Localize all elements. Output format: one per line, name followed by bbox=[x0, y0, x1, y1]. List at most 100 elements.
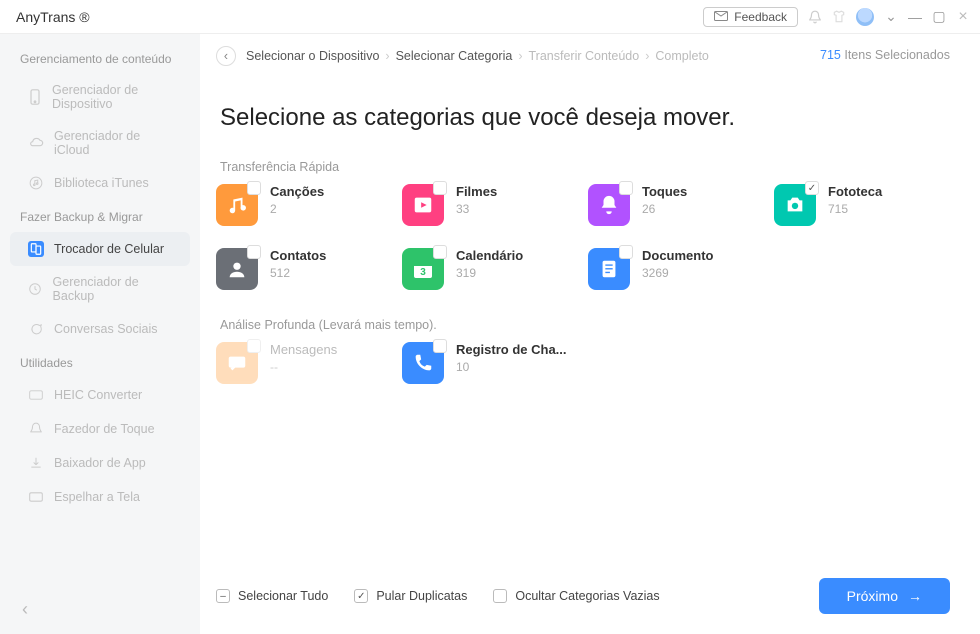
phone-call-icon bbox=[402, 342, 444, 384]
category-label: Toques bbox=[642, 184, 687, 199]
checkbox-icon[interactable]: ✓ bbox=[805, 181, 819, 195]
checkbox-icon[interactable] bbox=[433, 339, 447, 353]
phone-swap-icon bbox=[28, 241, 44, 257]
category-calls[interactable]: Registro de Cha...10 bbox=[402, 342, 578, 384]
category-photos[interactable]: ✓ Fototeca715 bbox=[774, 184, 950, 226]
checkbox-icon[interactable] bbox=[247, 339, 261, 353]
sidebar-item-phone-switcher[interactable]: Trocador de Celular bbox=[10, 232, 190, 266]
category-document[interactable]: Documento3269 bbox=[588, 248, 764, 290]
category-movies[interactable]: Filmes33 bbox=[402, 184, 578, 226]
avatar[interactable] bbox=[856, 8, 874, 26]
checkbox-checked-icon: ✓ bbox=[354, 589, 368, 603]
app-title: AnyTrans ® bbox=[10, 9, 90, 25]
sidebar-item-label: Baixador de App bbox=[54, 456, 146, 470]
svg-text:3: 3 bbox=[420, 267, 426, 278]
sidebar-section-content: Gerenciamento de conteúdo bbox=[0, 42, 200, 74]
sidebar-item-heic[interactable]: HEIC Converter bbox=[10, 378, 190, 412]
checkbox-label: Pular Duplicatas bbox=[376, 589, 467, 603]
sidebar-item-label: Biblioteca iTunes bbox=[54, 176, 149, 190]
phone-icon bbox=[28, 89, 42, 105]
next-button[interactable]: Próximo → bbox=[819, 578, 950, 614]
minimize-button[interactable]: — bbox=[908, 10, 922, 24]
category-calendar[interactable]: 3 Calendário319 bbox=[402, 248, 578, 290]
skip-duplicates-checkbox[interactable]: ✓ Pular Duplicatas bbox=[354, 589, 467, 603]
arrow-right-icon: → bbox=[908, 588, 922, 604]
bell-icon bbox=[588, 184, 630, 226]
bell-icon[interactable] bbox=[808, 10, 822, 24]
checkbox-icon[interactable] bbox=[619, 181, 633, 195]
sidebar-item-icloud-manager[interactable]: Gerenciador de iCloud bbox=[10, 120, 190, 166]
main: ‹ Selecionar o Dispositivo › Selecionar … bbox=[200, 34, 980, 634]
dropdown-icon[interactable]: ⌄ bbox=[884, 10, 898, 24]
sidebar-item-label: Conversas Sociais bbox=[54, 322, 158, 336]
breadcrumb-step-4: Completo bbox=[655, 49, 709, 63]
category-grid-fast: Canções2 Filmes33 Toques 26 ✓ bbox=[216, 184, 950, 290]
category-count: 33 bbox=[456, 202, 497, 216]
tshirt-icon[interactable] bbox=[832, 10, 846, 24]
camera-icon: ✓ bbox=[774, 184, 816, 226]
sidebar-item-app-download[interactable]: Baixador de App bbox=[10, 446, 190, 480]
category-songs[interactable]: Canções2 bbox=[216, 184, 392, 226]
download-icon bbox=[28, 455, 44, 471]
category-count: 715 bbox=[828, 202, 882, 216]
breadcrumb-step-1[interactable]: Selecionar o Dispositivo bbox=[246, 49, 379, 63]
category-count: 512 bbox=[270, 266, 326, 280]
select-all-checkbox[interactable]: – Selecionar Tudo bbox=[216, 589, 328, 603]
maximize-button[interactable]: ▢ bbox=[932, 10, 946, 24]
page-title: Selecione as categorias que você deseja … bbox=[220, 104, 950, 132]
selected-count-label: Itens Selecionados bbox=[844, 48, 950, 62]
group-label-deep: Análise Profunda (Levará mais tempo). bbox=[220, 318, 950, 332]
category-count: 3269 bbox=[642, 266, 714, 280]
sidebar-item-label: Gerenciador de iCloud bbox=[54, 129, 172, 157]
chevron-right-icon: › bbox=[645, 49, 649, 63]
music-icon bbox=[216, 184, 258, 226]
checkbox-empty-icon bbox=[493, 589, 507, 603]
sidebar-item-itunes-library[interactable]: Biblioteca iTunes bbox=[10, 166, 190, 200]
group-label-fast: Transferência Rápida bbox=[220, 160, 950, 174]
selected-count-number: 715 bbox=[820, 48, 841, 62]
breadcrumb-back-button[interactable]: ‹ bbox=[216, 46, 236, 66]
chevron-right-icon: › bbox=[518, 49, 522, 63]
category-count: 26 bbox=[642, 202, 687, 216]
category-tones[interactable]: Toques 26 bbox=[588, 184, 764, 226]
heic-icon bbox=[28, 387, 44, 403]
sidebar-item-label: Trocador de Celular bbox=[54, 242, 164, 256]
selected-count: 715 Itens Selecionados bbox=[820, 48, 950, 62]
next-button-label: Próximo bbox=[847, 588, 898, 604]
category-count: 2 bbox=[270, 202, 324, 216]
chevron-right-icon: › bbox=[385, 49, 389, 63]
sidebar-item-social-chats[interactable]: Conversas Sociais bbox=[10, 312, 190, 346]
mirror-icon bbox=[28, 489, 44, 505]
cloud-icon bbox=[28, 135, 44, 151]
category-messages[interactable]: Mensagens-- bbox=[216, 342, 392, 384]
checkbox-mixed-icon: – bbox=[216, 589, 230, 603]
sidebar-item-ringtone[interactable]: Fazedor de Toque bbox=[10, 412, 190, 446]
category-label: Mensagens bbox=[270, 342, 337, 357]
checkbox-icon[interactable] bbox=[247, 245, 261, 259]
checkbox-icon[interactable] bbox=[247, 181, 261, 195]
category-count: 10 bbox=[456, 360, 567, 374]
close-button[interactable]: × bbox=[956, 10, 970, 24]
hide-empty-checkbox[interactable]: Ocultar Categorias Vazias bbox=[493, 589, 659, 603]
breadcrumb-step-3: Transferir Conteúdo bbox=[529, 49, 640, 63]
sidebar-item-device-manager[interactable]: Gerenciador de Dispositivo bbox=[10, 74, 190, 120]
sidebar-item-label: Gerenciador de Backup bbox=[53, 275, 172, 303]
checkbox-label: Selecionar Tudo bbox=[238, 589, 328, 603]
history-icon bbox=[28, 281, 43, 297]
checkbox-icon[interactable] bbox=[433, 181, 447, 195]
music-icon bbox=[28, 175, 44, 191]
sidebar-item-label: Fazedor de Toque bbox=[54, 422, 155, 436]
breadcrumb-step-2[interactable]: Selecionar Categoria bbox=[396, 49, 513, 63]
checkbox-icon[interactable] bbox=[433, 245, 447, 259]
checkbox-icon[interactable] bbox=[619, 245, 633, 259]
chat-icon bbox=[28, 321, 44, 337]
sidebar-item-backup-manager[interactable]: Gerenciador de Backup bbox=[10, 266, 190, 312]
calendar-icon: 3 bbox=[402, 248, 444, 290]
sidebar-collapse-button[interactable]: ‹ bbox=[22, 599, 28, 620]
feedback-button[interactable]: Feedback bbox=[703, 7, 798, 27]
message-icon bbox=[216, 342, 258, 384]
category-count: 319 bbox=[456, 266, 523, 280]
sidebar-item-label: Gerenciador de Dispositivo bbox=[52, 83, 172, 111]
sidebar-item-mirror[interactable]: Espelhar a Tela bbox=[10, 480, 190, 514]
category-contacts[interactable]: Contatos512 bbox=[216, 248, 392, 290]
